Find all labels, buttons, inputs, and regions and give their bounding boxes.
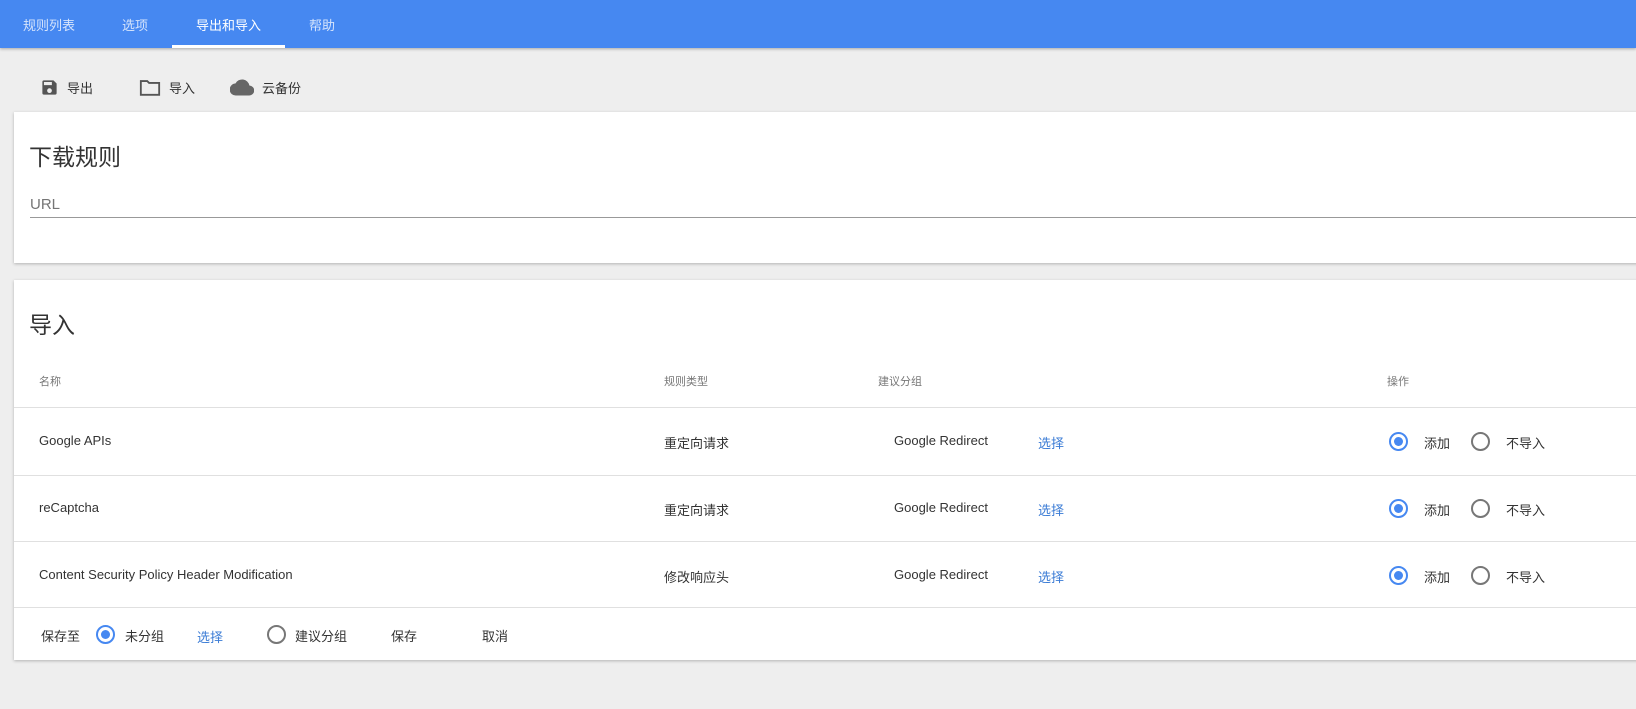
rule-name: Google APIs [39, 433, 112, 448]
ungrouped-label: 未分组 [125, 629, 165, 644]
skip-radio[interactable] [1471, 432, 1490, 451]
select-group-link[interactable]: 选择 [197, 627, 223, 646]
col-type: 规则类型 [664, 376, 708, 388]
cloud-backup-button[interactable]: 云备份 [230, 76, 301, 98]
select-group-link[interactable]: 选择 [1038, 500, 1064, 519]
skip-label: 不导入 [1506, 436, 1546, 451]
rule-type: 修改响应头 [664, 570, 730, 585]
save-button[interactable]: 保存 [391, 626, 417, 645]
import-title: 导入 [29, 312, 75, 338]
export-label: 导出 [67, 80, 94, 96]
folder-icon [139, 79, 161, 96]
skip-radio[interactable] [1471, 566, 1490, 585]
rule-name: reCaptcha [39, 500, 99, 515]
tab-help[interactable]: 帮助 [309, 15, 335, 34]
skip-label: 不导入 [1506, 503, 1546, 518]
export-button[interactable]: 导出 [40, 76, 93, 98]
save-to-label: 保存至 [41, 629, 81, 644]
cancel-button[interactable]: 取消 [482, 626, 508, 645]
cloud-icon [230, 78, 254, 96]
save-icon [42, 79, 57, 95]
add-label: 添加 [1424, 570, 1451, 585]
active-tab-indicator [172, 45, 285, 48]
import-footer: 保存至 未分组 选择 建议分组 保存 取消 [0, 608, 1636, 660]
tab-options[interactable]: 选项 [122, 15, 148, 34]
col-group: 建议分组 [878, 376, 922, 388]
download-rules-title: 下载规则 [29, 144, 121, 170]
add-radio[interactable] [1389, 566, 1408, 585]
tab-rule-list[interactable]: 规则列表 [23, 15, 75, 34]
rule-type: 重定向请求 [664, 436, 730, 451]
select-group-link[interactable]: 选择 [1038, 567, 1064, 586]
rule-group: Google Redirect [894, 433, 988, 448]
add-radio[interactable] [1389, 432, 1408, 451]
top-nav: 规则列表 选项 导出和导入 帮助 [0, 0, 1636, 48]
rule-name: Content Security Policy Header Modificat… [39, 567, 293, 582]
table-row: Google APIs 重定向请求 Google Redirect 选择 添加 … [0, 408, 1636, 475]
skip-label: 不导入 [1506, 570, 1546, 585]
add-label: 添加 [1424, 436, 1451, 451]
table-row: Content Security Policy Header Modificat… [0, 541, 1636, 607]
col-name: 名称 [39, 376, 61, 388]
tab-export-import[interactable]: 导出和导入 [196, 15, 261, 34]
rule-type: 重定向请求 [664, 503, 730, 518]
suggested-group-radio[interactable] [267, 625, 286, 644]
select-group-link[interactable]: 选择 [1038, 433, 1064, 452]
rule-group: Google Redirect [894, 567, 988, 582]
url-input[interactable] [30, 192, 1636, 218]
import-button[interactable]: 导入 [139, 76, 195, 98]
cloud-backup-label: 云备份 [262, 80, 302, 96]
suggested-group-label: 建议分组 [295, 629, 348, 644]
ungrouped-radio[interactable] [96, 625, 115, 644]
table-row: reCaptcha 重定向请求 Google Redirect 选择 添加 不导… [0, 475, 1636, 541]
add-radio[interactable] [1389, 499, 1408, 518]
download-rules-card: 下载规则 [14, 112, 1636, 263]
skip-radio[interactable] [1471, 499, 1490, 518]
col-action: 操作 [1387, 376, 1409, 388]
import-label: 导入 [169, 80, 196, 96]
rule-group: Google Redirect [894, 500, 988, 515]
add-label: 添加 [1424, 503, 1451, 518]
